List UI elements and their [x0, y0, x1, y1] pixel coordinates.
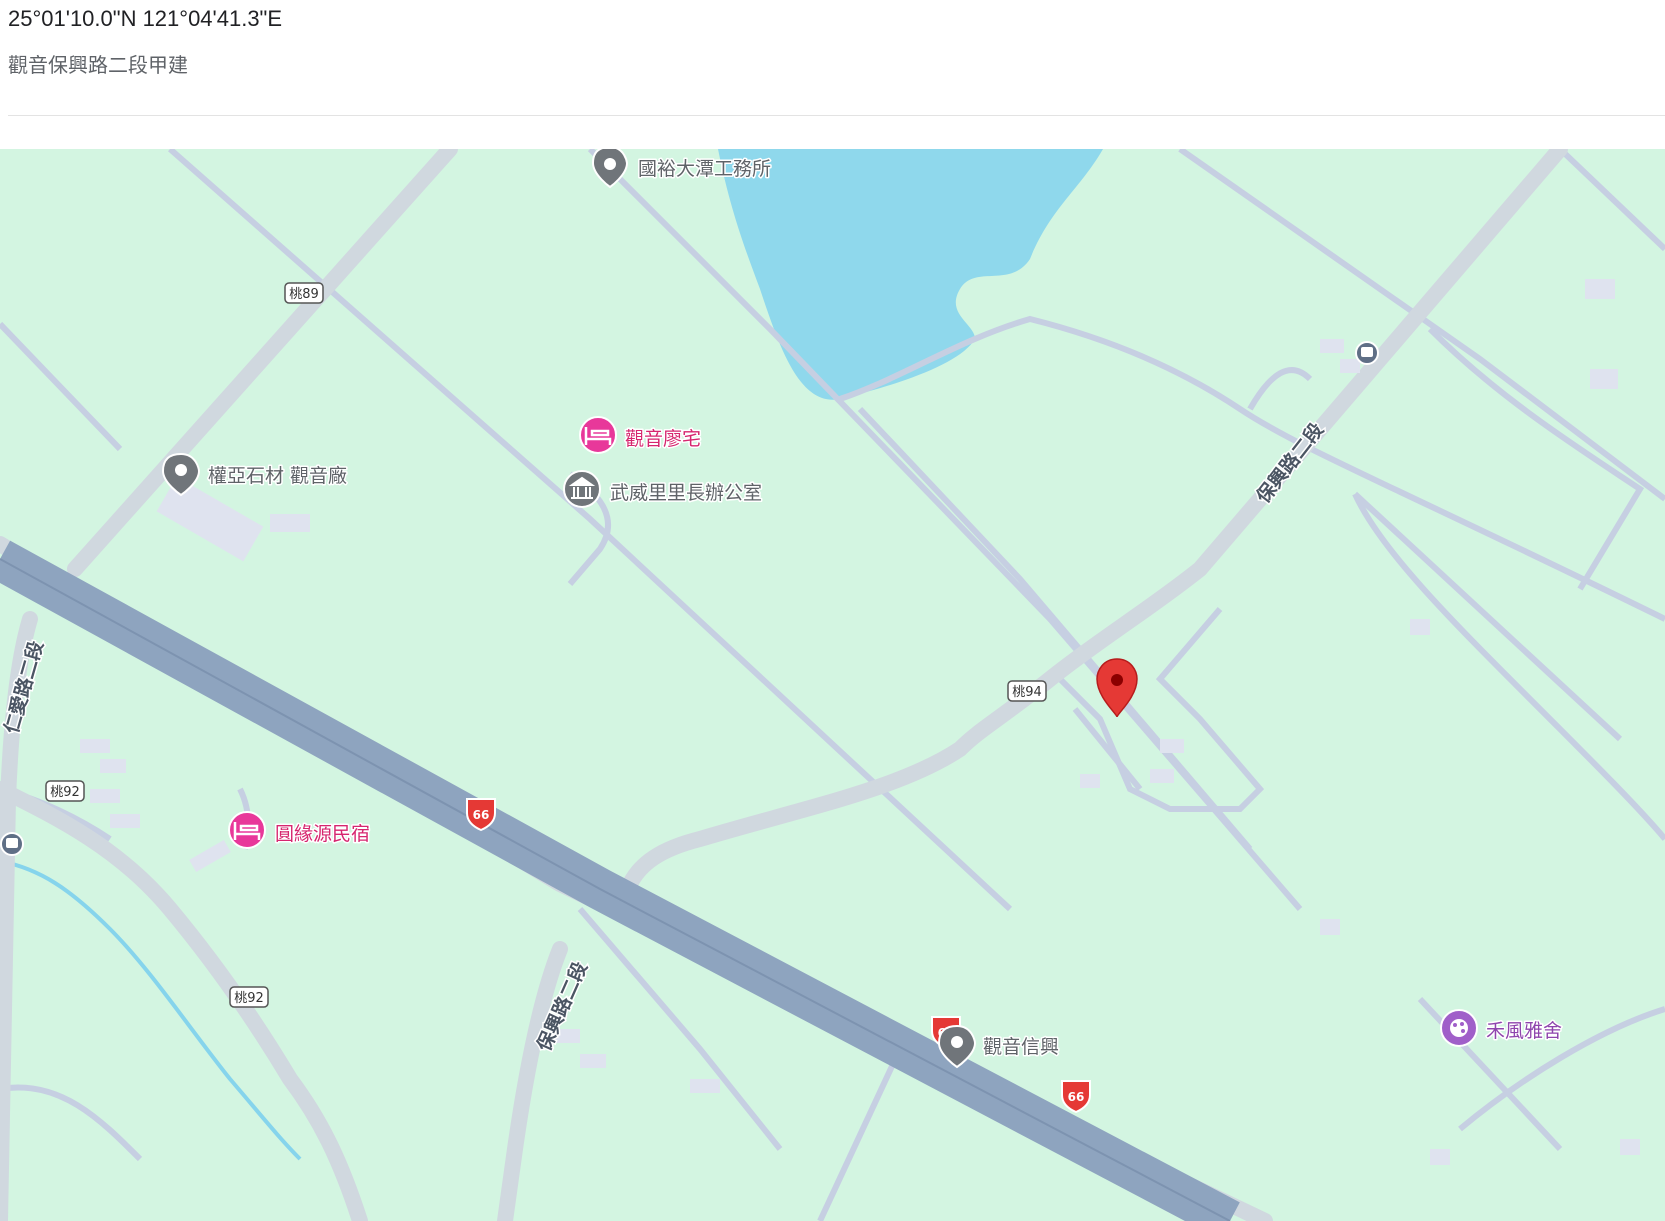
- road-shield-tao94: 桃94: [1007, 680, 1047, 702]
- svg-text:桃89: 桃89: [289, 287, 319, 302]
- road-shield-tao89: 桃89: [284, 282, 324, 304]
- divider: [8, 115, 1665, 116]
- svg-text:66: 66: [1068, 1090, 1085, 1104]
- coordinates-text: 25°01'10.0"N 121°04'41.3"E: [8, 6, 283, 31]
- lodging-icon: [579, 416, 617, 454]
- poi-label: 圓緣源民宿: [275, 823, 370, 845]
- lodging-icon: [228, 811, 266, 849]
- road-shield-tao92: 桃92: [45, 780, 85, 802]
- poi-label: 國裕大潭工務所: [638, 158, 771, 180]
- poi-label: 觀音信興: [983, 1036, 1059, 1058]
- arts-palette-icon: [1440, 1009, 1478, 1047]
- bus-stop-icon[interactable]: [1355, 341, 1379, 365]
- road-shield-tao92-south: 桃92: [229, 986, 269, 1008]
- svg-text:桃92: 桃92: [234, 991, 264, 1006]
- svg-text:66: 66: [473, 808, 490, 822]
- svg-text:桃94: 桃94: [1012, 685, 1042, 700]
- bus-stop-icon[interactable]: [0, 832, 24, 856]
- poi-label: 觀音廖宅: [625, 428, 701, 450]
- map-view[interactable]: 桃89 桃94 桃92 桃92 66 66 66 保興路二段 保興路二段: [0, 149, 1665, 1221]
- government-building-icon: [563, 470, 601, 508]
- poi-label: 權亞石材 觀音廠: [208, 464, 347, 487]
- svg-text:桃92: 桃92: [50, 785, 80, 800]
- location-header: 25°01'10.0"N 121°04'41.3"E 觀音保興路二段甲建: [0, 0, 1665, 149]
- place-name-text: 觀音保興路二段甲建: [8, 53, 188, 77]
- poi-label: 武威里里長辦公室: [610, 482, 762, 504]
- poi-label: 禾風雅舍: [1486, 1020, 1562, 1042]
